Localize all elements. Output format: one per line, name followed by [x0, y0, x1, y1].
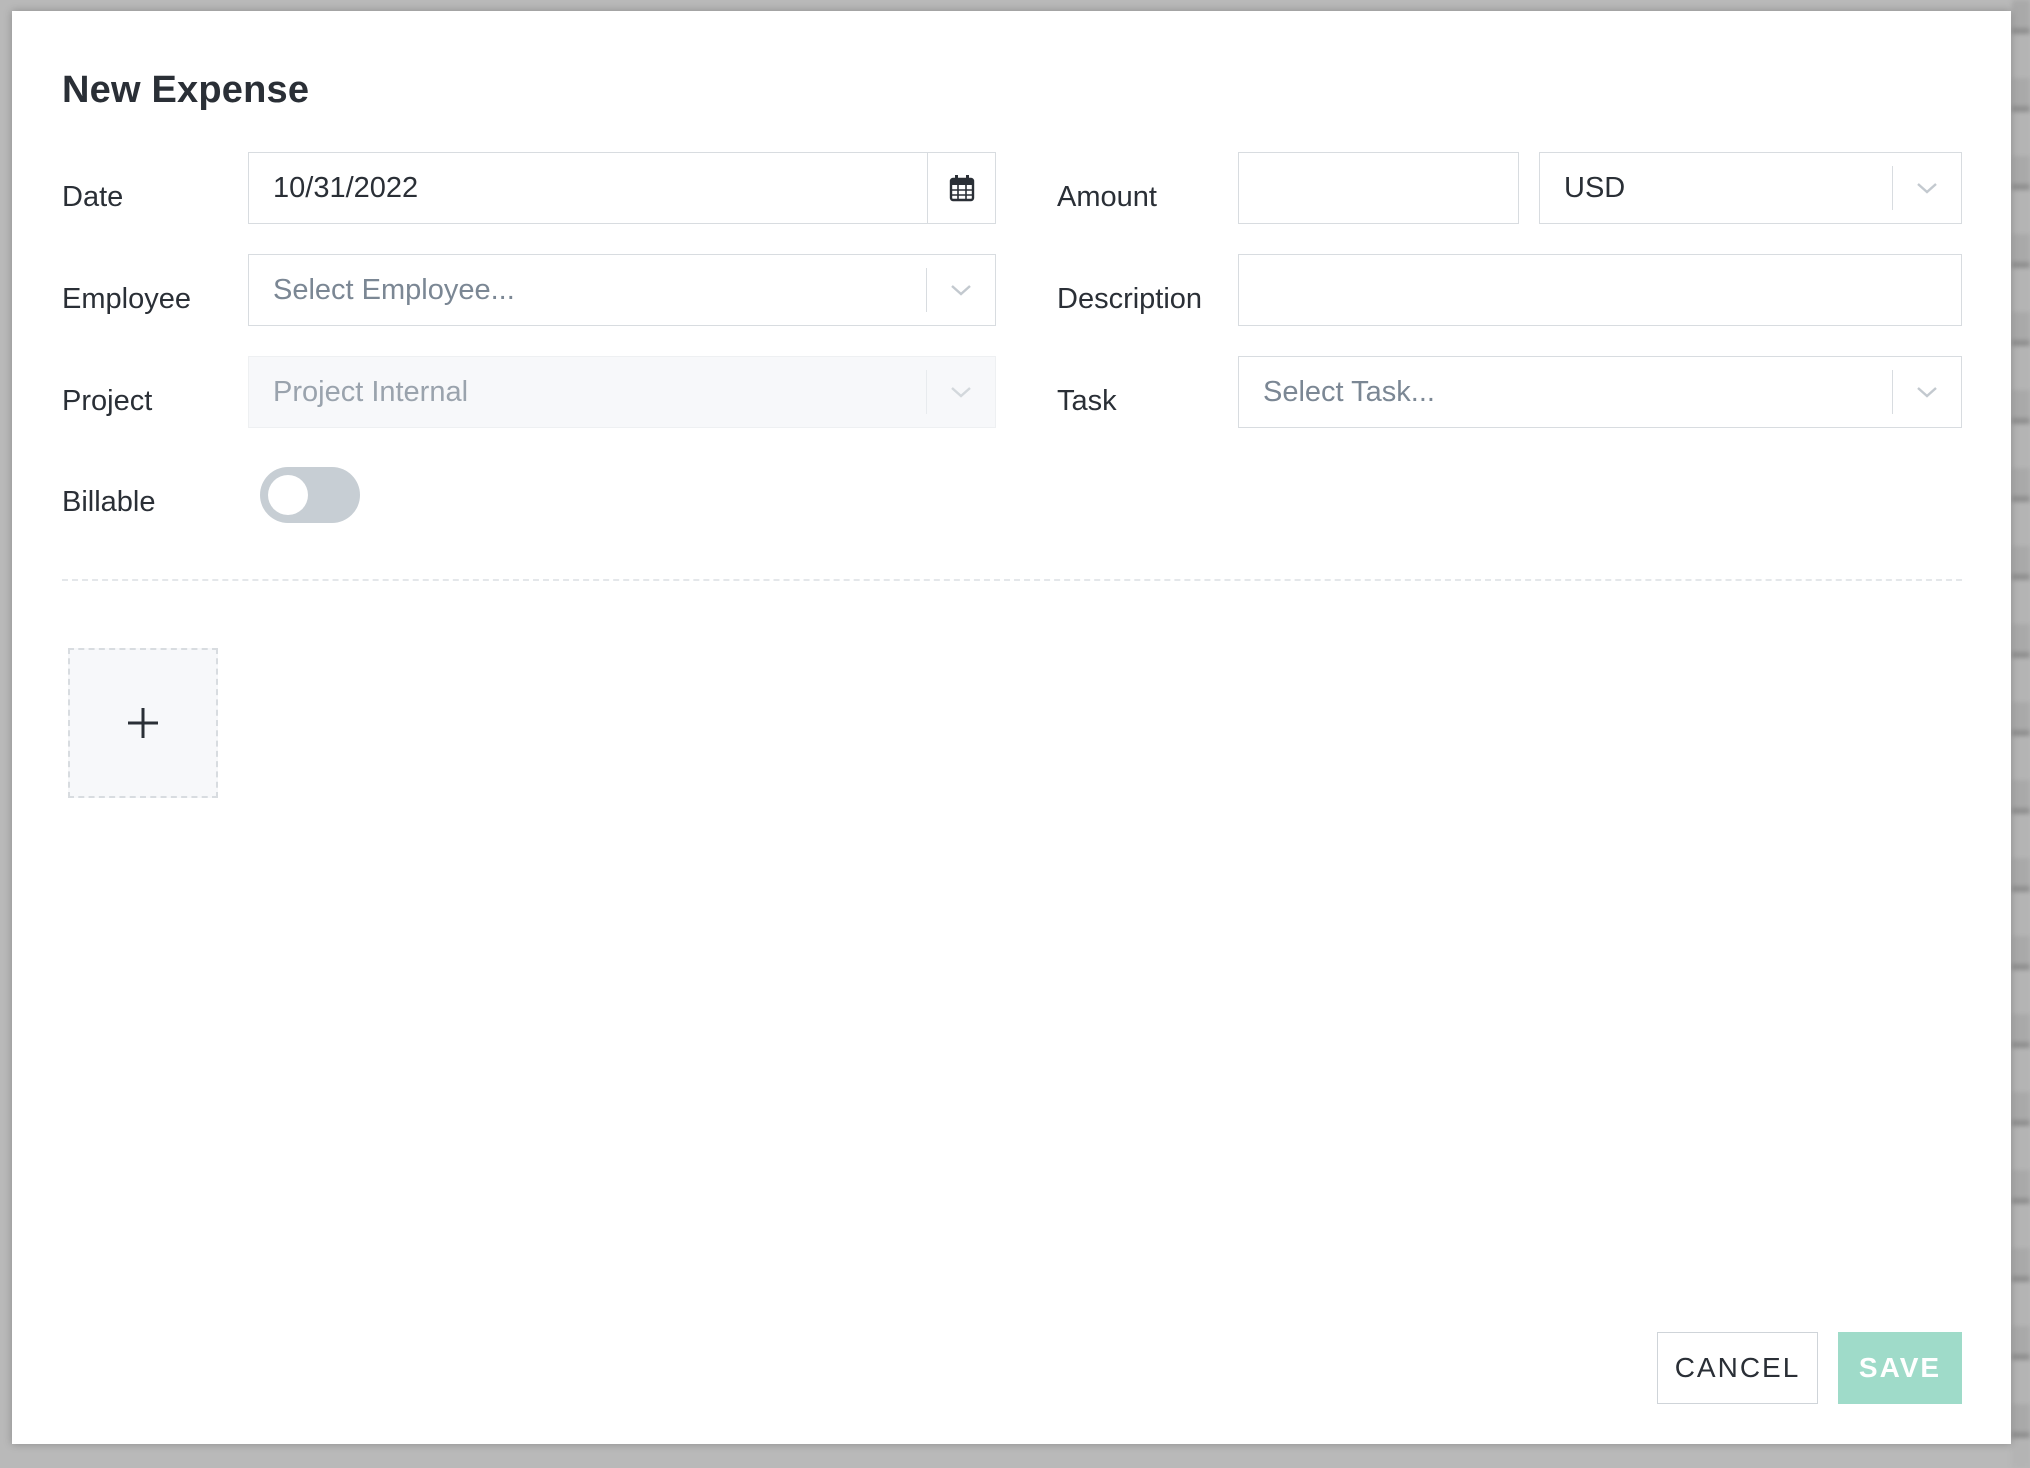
chevron-down-icon — [1917, 387, 1937, 398]
project-dropdown-toggle — [927, 357, 995, 427]
project-label: Project — [62, 385, 153, 417]
date-field[interactable]: 10/31/2022 — [248, 152, 996, 224]
chevron-down-icon — [951, 387, 971, 398]
save-button[interactable]: SAVE — [1838, 1332, 1962, 1404]
calendar-icon — [949, 175, 974, 202]
add-receipt-button[interactable] — [68, 648, 218, 798]
employee-select[interactable]: Select Employee... — [248, 254, 996, 326]
date-label: Date — [62, 181, 124, 213]
date-picker-button[interactable] — [927, 153, 995, 223]
toggle-knob — [268, 475, 308, 515]
backdrop — [2012, 0, 2030, 1468]
new-expense-dialog: New Expense Date 10/31/2022 Amount USD E… — [12, 11, 2011, 1444]
currency-select[interactable]: USD — [1539, 152, 1962, 224]
chevron-down-icon — [951, 285, 971, 296]
task-dropdown-toggle[interactable] — [1893, 357, 1961, 427]
project-value: Project Internal — [273, 375, 469, 408]
dialog-title: New Expense — [62, 69, 310, 111]
task-placeholder: Select Task... — [1263, 375, 1435, 408]
task-label: Task — [1057, 385, 1117, 417]
employee-placeholder: Select Employee... — [273, 273, 515, 306]
currency-value: USD — [1564, 171, 1626, 204]
chevron-down-icon — [1917, 183, 1937, 194]
billable-label: Billable — [62, 486, 156, 518]
amount-field[interactable] — [1238, 152, 1519, 224]
description-label: Description — [1057, 283, 1203, 315]
cancel-button[interactable]: CANCEL — [1657, 1332, 1818, 1404]
employee-dropdown-toggle[interactable] — [927, 255, 995, 325]
section-divider — [62, 579, 1962, 581]
task-select[interactable]: Select Task... — [1238, 356, 1962, 428]
date-input[interactable]: 10/31/2022 — [249, 172, 927, 205]
project-select: Project Internal — [248, 356, 996, 428]
amount-label: Amount — [1057, 181, 1157, 213]
employee-label: Employee — [62, 283, 191, 315]
billable-toggle[interactable] — [260, 467, 360, 523]
currency-dropdown-toggle[interactable] — [1893, 153, 1961, 223]
plus-icon — [128, 708, 158, 738]
description-field[interactable] — [1238, 254, 1962, 326]
